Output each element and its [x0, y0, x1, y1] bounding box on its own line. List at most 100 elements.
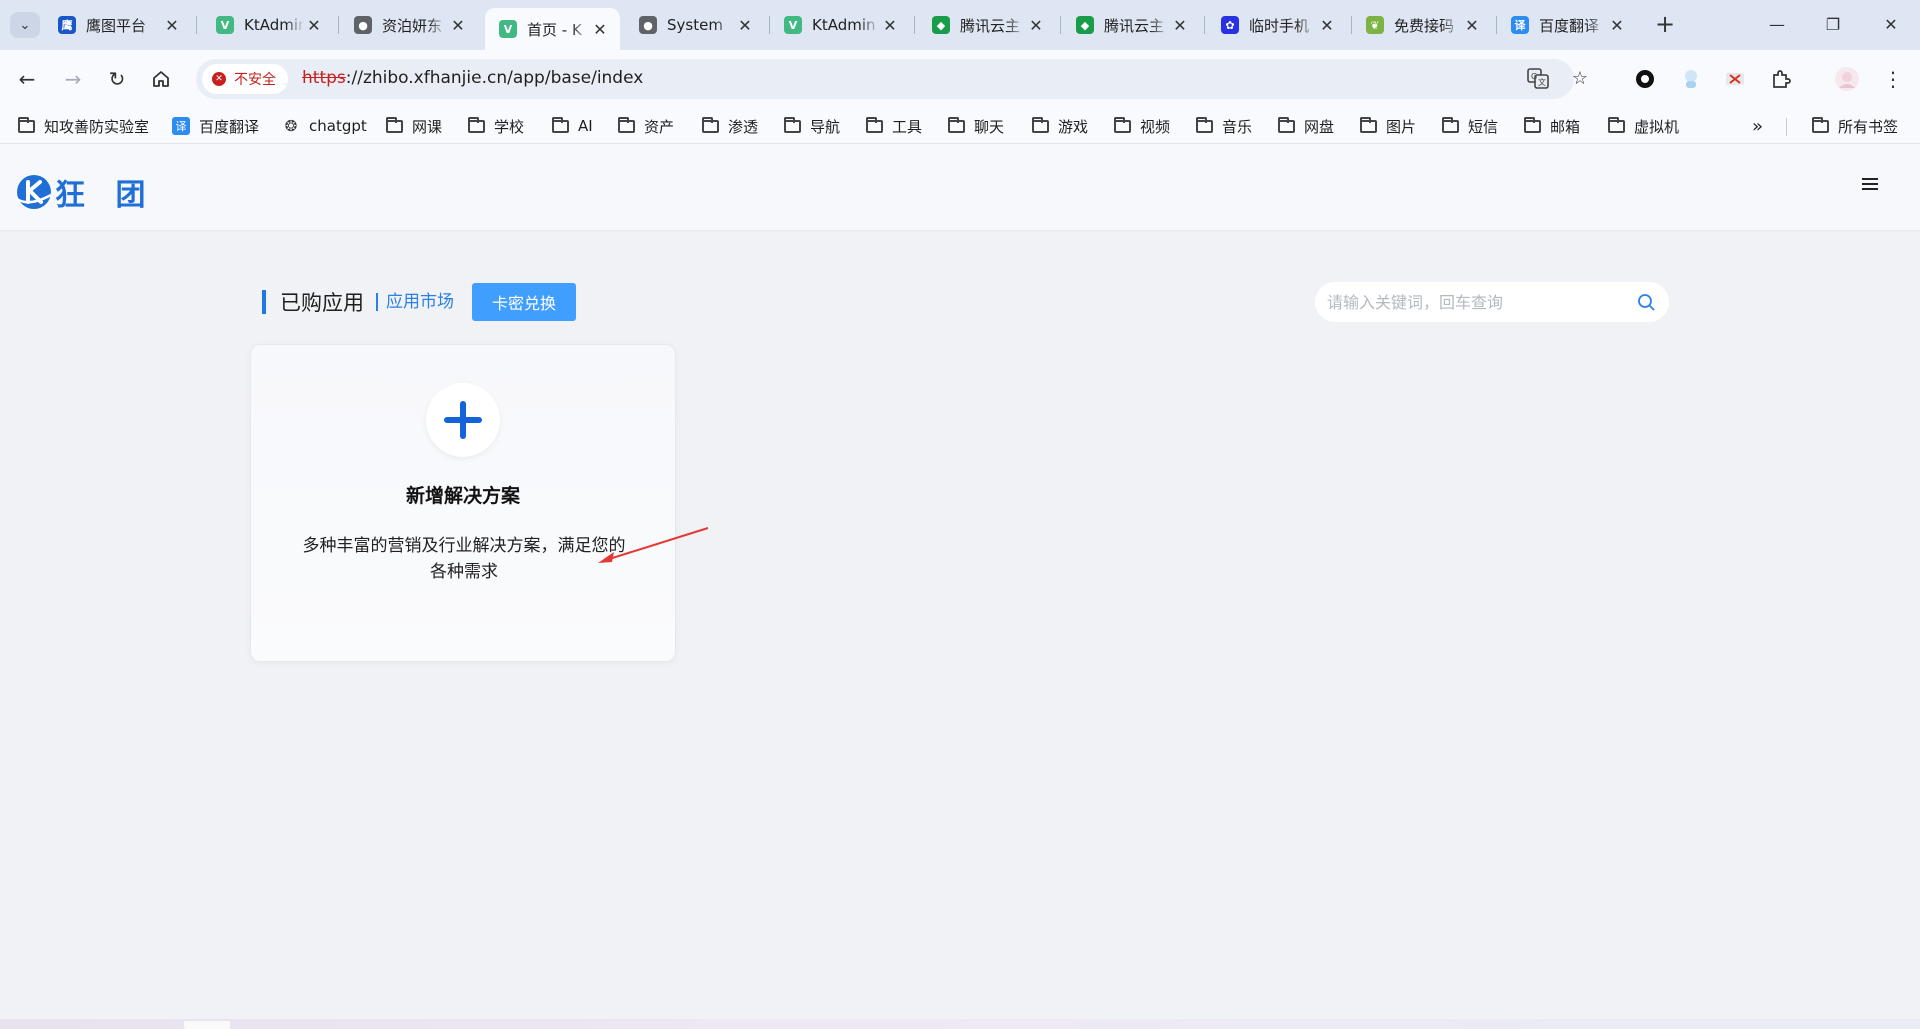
bookmark-item[interactable]: 网盘	[1278, 114, 1334, 138]
bookmark-label: 短信	[1468, 117, 1499, 136]
tab-close-icon[interactable]: ✕	[1607, 16, 1627, 35]
tab-close-icon[interactable]: ✕	[1317, 16, 1337, 35]
tab-close-icon[interactable]: ✕	[1170, 16, 1190, 35]
folder-icon	[866, 116, 883, 133]
bookmark-label: 视频	[1140, 117, 1171, 136]
record-circle-icon	[1636, 70, 1654, 88]
new-tab-button[interactable]: +	[1652, 12, 1678, 38]
tab-close-icon[interactable]: ✕	[1462, 16, 1482, 35]
bookmark-star-button[interactable]: ☆	[1568, 67, 1592, 91]
globe-icon: ●	[639, 16, 657, 34]
more-bookmarks-button[interactable]: »	[1752, 114, 1763, 138]
tab-close-icon[interactable]: ✕	[880, 16, 900, 35]
browser-tab[interactable]: ✿ 临时手机 ✕	[1207, 8, 1347, 42]
app-market-link[interactable]: 应用市场	[376, 293, 454, 311]
close-window-button[interactable]: ✕	[1876, 10, 1906, 40]
tab-title: 腾讯云主	[1104, 16, 1165, 35]
home-button[interactable]	[146, 64, 176, 94]
redeem-card-key-button[interactable]: 卡密兑换	[472, 283, 577, 321]
extension-record[interactable]	[1632, 66, 1658, 92]
site-security-chip[interactable]: ✕ 不安全	[202, 64, 288, 94]
bookmark-item[interactable]: 资产	[618, 114, 674, 138]
reload-button[interactable]: ↻	[102, 64, 132, 94]
browser-tab[interactable]: ● System ✕	[625, 8, 765, 42]
tab-title: KtAdmin	[244, 16, 304, 34]
paw-icon: ✿	[1221, 16, 1239, 34]
folder-icon	[386, 116, 403, 133]
tab-separator	[914, 16, 915, 34]
bookmark-label: 网课	[412, 117, 443, 136]
browser-menu-button[interactable]: ⋮	[1880, 66, 1906, 92]
browser-tab[interactable]: 鹰鹰图平台 ✕	[44, 8, 192, 42]
profile-avatar[interactable]	[1834, 66, 1860, 92]
browser-tab[interactable]: V KtAdmin ✕	[202, 8, 334, 42]
arrow-right-icon: →	[64, 67, 82, 91]
tab-title: KtAdmin	[812, 16, 876, 34]
all-bookmarks-folder[interactable]: 所有书签	[1812, 114, 1898, 138]
browser-tab[interactable]: V 首页 - K ✕	[485, 8, 620, 50]
bookmark-item[interactable]: ❂ chatgpt	[282, 114, 367, 138]
back-button[interactable]: ←	[12, 64, 42, 94]
extensions-button[interactable]	[1768, 66, 1794, 92]
avatar-icon	[1835, 67, 1859, 91]
tab-close-icon[interactable]: ✕	[448, 16, 468, 35]
bookmark-item[interactable]: 短信	[1442, 114, 1498, 138]
tab-title: 腾讯云主	[960, 16, 1021, 35]
tab-close-icon[interactable]: ✕	[304, 16, 324, 35]
taskbar-segment	[184, 1021, 230, 1029]
bookmark-item[interactable]: 聊天	[948, 114, 1004, 138]
restore-button[interactable]: ❐	[1818, 10, 1848, 40]
browser-tab[interactable]: ◆ 腾讯云主 ✕	[1062, 8, 1200, 42]
bookmark-label: 聊天	[974, 117, 1005, 136]
add-solution-card[interactable]: 新增解决方案 多种丰富的营销及行业解决方案，满足您的各种需求	[250, 344, 676, 662]
bookmark-item[interactable]: 学校	[468, 114, 524, 138]
bookmark-label: 虚拟机	[1634, 117, 1680, 136]
bookmark-item[interactable]: 音乐	[1196, 114, 1252, 138]
bookmark-item[interactable]: 网课	[386, 114, 442, 138]
bookmark-item[interactable]: AI	[552, 114, 593, 138]
plus-icon[interactable]	[426, 383, 500, 457]
bottom-strip	[0, 1019, 1920, 1029]
folder-icon	[1524, 116, 1541, 133]
tab-separator	[338, 16, 339, 34]
browser-tab[interactable]: ❦ 免费接码 ✕	[1352, 8, 1492, 42]
bookmark-item[interactable]: 导航	[784, 114, 840, 138]
folder-icon	[1114, 116, 1131, 133]
browser-tab[interactable]: ◆ 腾讯云主 ✕	[918, 8, 1056, 42]
tab-title: System	[667, 16, 723, 34]
extension-mascot[interactable]	[1678, 66, 1704, 92]
browser-tab[interactable]: ● 资泊妍东 ✕	[340, 8, 478, 42]
bookmark-item[interactable]: 渗透	[702, 114, 758, 138]
bookmark-item[interactable]: 知攻善防实验室	[18, 114, 149, 138]
minimize-button[interactable]: —	[1762, 10, 1792, 40]
search-input[interactable]	[1327, 290, 1627, 314]
app-header: 狂 团	[0, 144, 1920, 230]
browser-tab[interactable]: V KtAdmin ✕	[770, 8, 910, 42]
app-logo[interactable]: 狂 团	[15, 170, 155, 214]
hamburger-menu-icon[interactable]	[1862, 178, 1878, 192]
tab-close-icon[interactable]: ✕	[590, 20, 610, 39]
tab-close-icon[interactable]: ✕	[162, 16, 182, 35]
extension-blocked[interactable]	[1722, 66, 1748, 92]
folder-icon	[18, 116, 35, 133]
bookmark-item[interactable]: 游戏	[1032, 114, 1088, 138]
bookmark-item[interactable]: 视频	[1114, 114, 1170, 138]
bookmark-item[interactable]: 工具	[866, 114, 922, 138]
address-bar[interactable]: ✕ 不安全 https://zhibo.xfhanjie.cn/app/base…	[196, 59, 1588, 99]
tab-close-icon[interactable]: ✕	[1026, 16, 1046, 35]
tab-title: 百度翻译	[1539, 16, 1600, 35]
search-icon[interactable]	[1637, 293, 1655, 311]
bookmark-label: 网盘	[1304, 117, 1335, 136]
all-bookmarks-label: 所有书签	[1838, 117, 1899, 136]
tab-close-icon[interactable]: ✕	[735, 16, 755, 35]
forward-button[interactable]: →	[58, 64, 88, 94]
url-text[interactable]: https://zhibo.xfhanjie.cn/app/base/index	[302, 68, 643, 88]
tab-search-button[interactable]: ⌄	[10, 12, 40, 38]
bookmark-item[interactable]: 虚拟机	[1608, 114, 1679, 138]
translate-page-button[interactable]: G文	[1526, 67, 1550, 91]
accent-bar	[262, 290, 266, 314]
bookmark-item[interactable]: 译百度翻译	[172, 114, 259, 138]
browser-tab[interactable]: 译百度翻译 ✕	[1497, 8, 1637, 42]
bookmark-item[interactable]: 邮箱	[1524, 114, 1580, 138]
bookmark-item[interactable]: 图片	[1360, 114, 1416, 138]
